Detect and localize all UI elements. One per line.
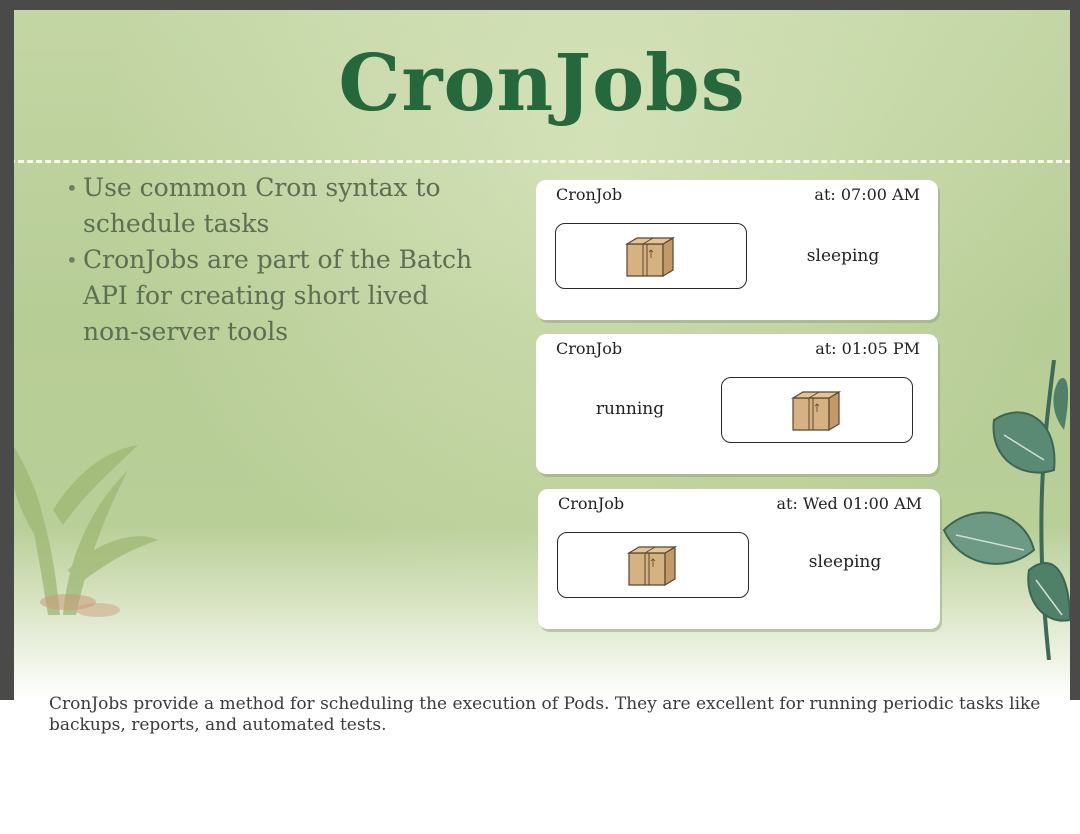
slide-title: CronJobs bbox=[338, 38, 746, 129]
plant-left-decoration bbox=[14, 445, 158, 617]
cronjob-card: CronJob at: 07:00 AM sleeping bbox=[536, 180, 938, 320]
cronjob-card: CronJob at: Wed 01:00 AM sleeping bbox=[538, 489, 940, 629]
package-icon bbox=[626, 545, 677, 587]
bullet-list: • Use common Cron syntax to schedule tas… bbox=[66, 170, 486, 350]
plant-right-decoration bbox=[942, 360, 1070, 660]
slide-frame: CronJobs • Use common Cron syntax to sch… bbox=[0, 0, 1080, 700]
pod-container bbox=[555, 223, 747, 289]
cronjob-name: CronJob bbox=[556, 339, 623, 358]
cronjob-schedule: at: Wed 01:00 AM bbox=[776, 494, 922, 513]
cronjob-status: sleeping bbox=[808, 552, 882, 572]
cronjob-name: CronJob bbox=[556, 185, 623, 204]
package-icon bbox=[624, 236, 675, 278]
cronjob-status: running bbox=[595, 399, 665, 419]
package-icon bbox=[790, 390, 841, 432]
slide-caption: CronJobs provide a method for scheduling… bbox=[49, 694, 1041, 735]
pod-container bbox=[721, 377, 913, 443]
bullet-text: Use common Cron syntax to schedule tasks bbox=[83, 173, 441, 238]
cronjob-name: CronJob bbox=[558, 494, 625, 513]
bullet-dot-icon: • bbox=[66, 176, 78, 200]
bullet-item: • Use common Cron syntax to schedule tas… bbox=[66, 170, 486, 242]
bullet-text: CronJobs are part of the Batch API for c… bbox=[83, 245, 473, 346]
cronjob-status: sleeping bbox=[806, 246, 880, 266]
cronjob-card: CronJob at: 01:05 PM running bbox=[536, 334, 938, 474]
slide-canvas: CronJobs • Use common Cron syntax to sch… bbox=[14, 10, 1070, 700]
cronjob-schedule: at: 07:00 AM bbox=[814, 185, 920, 204]
bullet-item: • CronJobs are part of the Batch API for… bbox=[66, 242, 486, 350]
bullet-dot-icon: • bbox=[66, 248, 78, 272]
dashed-divider bbox=[14, 160, 1070, 163]
cronjob-schedule: at: 01:05 PM bbox=[815, 339, 920, 358]
pod-container bbox=[557, 532, 749, 598]
